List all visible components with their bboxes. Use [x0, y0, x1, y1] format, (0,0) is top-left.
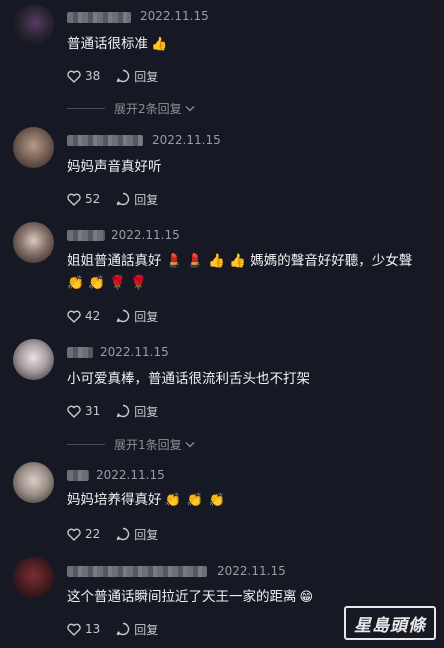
comment-actions: 52 回复 — [67, 191, 158, 207]
username-blurred[interactable] — [67, 12, 131, 23]
heart-icon — [67, 405, 81, 418]
reply-label: 回复 — [134, 527, 159, 542]
like-count: 52 — [85, 192, 101, 206]
comment-actions: 38 回复 — [67, 68, 158, 84]
heart-icon — [67, 623, 81, 636]
reply-bubble-icon — [117, 69, 130, 83]
comment-date: 2022.11.15 — [152, 133, 221, 147]
comment-date: 2022.11.15 — [217, 564, 286, 578]
clapping-hands-icon: 👏 — [186, 493, 203, 508]
reply-bubble-icon — [117, 622, 130, 636]
heart-icon — [67, 528, 81, 541]
reply-button[interactable]: 回复 — [116, 308, 158, 325]
username-blurred[interactable] — [67, 135, 143, 146]
comment-text: 姐姐普通話真好 💄 💄 👍 👍 媽媽的聲音好好聽，少女聲 👏 👏 🌹 🌹 — [67, 253, 413, 291]
username-blurred[interactable] — [67, 230, 105, 241]
avatar[interactable] — [13, 222, 54, 263]
comment-actions: 22 回复 — [67, 526, 158, 542]
watermark-logo: 星島頭條 — [344, 606, 436, 640]
expand-replies-button[interactable]: 展开1条回复 — [67, 436, 195, 453]
reply-label: 回复 — [134, 404, 159, 419]
reply-label: 回复 — [134, 622, 159, 637]
comment-text: 普通话很标准 👍 — [67, 33, 170, 56]
avatar[interactable] — [13, 339, 54, 380]
like-button[interactable]: 42 — [67, 309, 100, 323]
reply-bubble-icon — [117, 192, 130, 206]
like-count: 22 — [85, 527, 101, 541]
comment-date: 2022.11.15 — [140, 9, 209, 23]
like-button[interactable]: 38 — [67, 69, 100, 83]
avatar[interactable] — [13, 462, 54, 503]
expand-replies-label: 展开2条回复 — [114, 102, 182, 116]
like-button[interactable]: 52 — [67, 192, 100, 206]
reply-bubble-icon — [117, 404, 130, 418]
heart-icon — [67, 193, 81, 206]
like-button[interactable]: 22 — [67, 527, 100, 541]
like-count: 42 — [85, 309, 101, 323]
comment-text: 妈妈培养得真好 👏 👏 👏 — [67, 489, 228, 512]
expand-replies-label: 展开1条回复 — [114, 438, 182, 452]
like-count: 31 — [85, 404, 101, 418]
heart-icon — [67, 310, 81, 323]
comment-actions: 31 回复 — [67, 403, 158, 419]
avatar[interactable] — [13, 557, 54, 598]
clapping-hands-icon: 👏 — [208, 493, 226, 508]
username-blurred[interactable] — [67, 566, 207, 577]
reply-button[interactable]: 回复 — [116, 191, 158, 208]
comment-text: 这个普通话瞬间拉近了天王一家的距离 😁 — [67, 586, 316, 609]
reply-bubble-icon — [117, 527, 130, 541]
reply-label: 回复 — [134, 69, 159, 84]
reply-button[interactable]: 回复 — [116, 621, 158, 638]
username-blurred[interactable] — [67, 470, 89, 481]
like-button[interactable]: 31 — [67, 404, 100, 418]
reply-label: 回复 — [134, 192, 159, 207]
avatar[interactable] — [13, 127, 54, 168]
username-blurred[interactable] — [67, 347, 93, 358]
comment-date: 2022.11.15 — [96, 468, 165, 482]
like-count: 38 — [85, 69, 101, 83]
comment-text: 妈妈声音真好听 — [67, 159, 162, 175]
heart-icon — [67, 70, 81, 83]
grinning-face-icon: 😁 — [299, 590, 314, 605]
divider — [67, 108, 105, 109]
comment-date: 2022.11.15 — [111, 228, 180, 242]
expand-replies-button[interactable]: 展开2条回复 — [67, 100, 195, 117]
comment-text: 小可爱真棒，普通话很流利舌头也不打架 — [67, 371, 310, 387]
divider — [67, 444, 105, 445]
comment-actions: 42 回复 — [67, 308, 158, 324]
reply-bubble-icon — [117, 309, 130, 323]
reply-button[interactable]: 回复 — [116, 68, 158, 85]
comment-actions: 13 回复 — [67, 621, 158, 637]
like-count: 13 — [85, 622, 101, 636]
like-button[interactable]: 13 — [67, 622, 100, 636]
thumbs-up-icon: 👍 — [151, 37, 168, 52]
reply-button[interactable]: 回复 — [116, 526, 158, 543]
avatar[interactable] — [13, 4, 54, 45]
clapping-hands-icon: 👏 — [164, 493, 181, 508]
reply-label: 回复 — [134, 309, 159, 324]
comment-date: 2022.11.15 — [100, 345, 169, 359]
chevron-down-icon — [185, 442, 195, 448]
chevron-down-icon — [185, 106, 195, 112]
reply-button[interactable]: 回复 — [116, 403, 158, 420]
